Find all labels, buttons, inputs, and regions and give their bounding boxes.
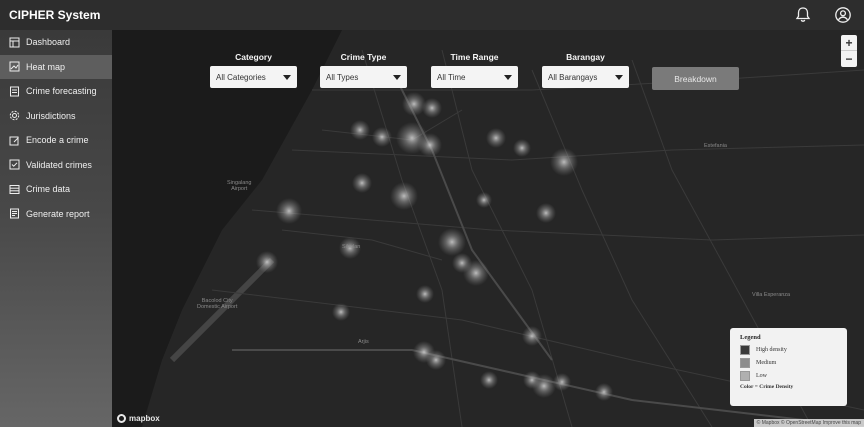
sidebar-item-heat-map[interactable]: Heat map <box>0 54 112 79</box>
time-range-select[interactable]: All Time <box>431 66 518 88</box>
sidebar-item-jurisdictions[interactable]: Jurisdictions <box>0 104 112 129</box>
map-attribution[interactable]: © Mapbox © OpenStreetMap Improve this ma… <box>753 419 864 427</box>
legend-item: High density <box>740 345 837 355</box>
sidebar-item-label: Dashboard <box>26 37 71 48</box>
legend-swatch-high <box>740 345 750 355</box>
sidebar-item-label: Validated crimes <box>26 159 92 170</box>
sidebar-item-label: Jurisdictions <box>26 110 76 121</box>
sidebar-item-label: Encode a crime <box>26 135 89 146</box>
crime-type-select[interactable]: All Types <box>320 66 407 88</box>
time-range-filter: Time Range All Time <box>431 52 518 88</box>
legend-item: Low <box>740 371 837 381</box>
crime-type-filter: Crime Type All Types <box>320 52 407 88</box>
category-label: Category <box>235 52 272 62</box>
dashboard-icon <box>9 37 20 48</box>
place-label: Arjis <box>358 339 369 345</box>
chevron-down-icon <box>393 74 401 80</box>
report-icon <box>9 208 20 219</box>
zoom-control: + − <box>841 35 857 67</box>
breakdown-button[interactable]: Breakdown <box>652 67 739 90</box>
barangay-filter: Barangay All Barangays <box>542 52 629 88</box>
heat-map[interactable]: Singalang Airport Sibulan Bacolod City D… <box>112 30 864 427</box>
crime-type-label: Crime Type <box>340 52 387 62</box>
sidebar-item-label: Generate report <box>26 208 90 219</box>
legend-title: Legend <box>740 334 761 341</box>
legend-label: Low <box>756 373 767 379</box>
user-icon[interactable] <box>834 6 852 24</box>
crime-type-value: All Types <box>326 72 359 82</box>
place-label: Estefania <box>704 143 727 149</box>
place-label: Sibulan <box>342 244 361 250</box>
legend-label: High density <box>756 347 787 353</box>
app-title: CIPHER System <box>9 8 101 22</box>
chevron-down-icon <box>615 74 623 80</box>
edit-icon <box>9 135 20 146</box>
top-bar: CIPHER System <box>0 0 864 30</box>
legend-note: Color = Crime Density <box>740 384 794 390</box>
sidebar-item-dashboard[interactable]: Dashboard <box>0 30 112 55</box>
sidebar-item-label: Crime forecasting <box>26 86 97 97</box>
checklist-icon <box>9 159 20 170</box>
mapbox-icon <box>117 414 126 423</box>
barangay-label: Barangay <box>566 52 605 62</box>
legend-swatch-low <box>740 371 750 381</box>
category-filter: Category All Categories <box>210 52 297 88</box>
mapbox-logo[interactable]: mapbox <box>117 414 160 423</box>
legend-swatch-medium <box>740 358 750 368</box>
legend-label: Medium <box>756 360 777 366</box>
gear-icon <box>9 110 20 121</box>
barangay-value: All Barangays <box>548 72 598 82</box>
time-range-label: Time Range <box>450 52 499 62</box>
sidebar-item-generate-report[interactable]: Generate report <box>0 202 112 227</box>
sidebar-item-encode-a-crime[interactable]: Encode a crime <box>0 128 112 153</box>
category-select[interactable]: All Categories <box>210 66 297 88</box>
zoom-out-button[interactable]: − <box>841 51 857 67</box>
table-icon <box>9 184 20 195</box>
sidebar: Dashboard Heat map Crime forecasting Jur… <box>0 30 112 427</box>
map-icon <box>9 61 20 72</box>
time-range-value: All Time <box>437 72 466 82</box>
sidebar-item-label: Crime data <box>26 184 71 195</box>
place-label: Bacolod City Domestic Airport <box>197 298 238 310</box>
mapbox-label: mapbox <box>129 414 160 423</box>
zoom-in-button[interactable]: + <box>841 35 857 51</box>
sidebar-item-crime-forecasting[interactable]: Crime forecasting <box>0 79 112 104</box>
legend: Legend High density Medium Low Color = C… <box>730 328 847 406</box>
place-label: Singalang Airport <box>227 180 252 192</box>
sidebar-item-crime-data[interactable]: Crime data <box>0 177 112 202</box>
category-value: All Categories <box>216 72 266 82</box>
chevron-down-icon <box>283 74 291 80</box>
forecast-icon <box>9 86 20 97</box>
chevron-down-icon <box>504 74 512 80</box>
bell-icon[interactable] <box>794 6 812 24</box>
barangay-select[interactable]: All Barangays <box>542 66 629 88</box>
sidebar-item-label: Heat map <box>26 61 66 72</box>
sidebar-item-validated-crimes[interactable]: Validated crimes <box>0 153 112 178</box>
place-label: Villa Esperanza <box>752 292 791 298</box>
legend-item: Medium <box>740 358 837 368</box>
